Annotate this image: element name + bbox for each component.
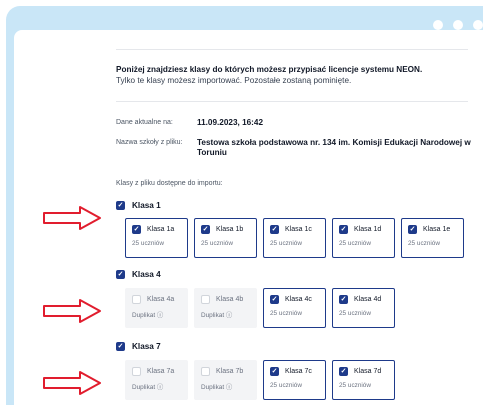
student-count: 25 uczniów [339, 240, 371, 247]
class-name: Klasa 4d [354, 296, 382, 303]
red-arrow-icon [43, 299, 101, 323]
class-checkbox[interactable]: ✓ [339, 367, 348, 376]
class-checkbox[interactable]: ✓ [201, 225, 210, 234]
group-checkbox[interactable]: ✓ [116, 270, 125, 279]
class-checkbox[interactable]: ✓ [339, 225, 348, 234]
class-card: ✓ Klasa 7a Duplikat ⓘ [125, 360, 188, 400]
class-card: ✓ Klasa 4a Duplikat ⓘ [125, 288, 188, 328]
divider [116, 49, 468, 50]
class-checkbox: ✓ [132, 367, 141, 376]
class-name: Klasa 7d [354, 368, 382, 375]
date-value: 11.09.2023, 16:42 [197, 118, 264, 127]
class-checkbox[interactable]: ✓ [132, 225, 141, 234]
class-name: Klasa 1c [285, 226, 312, 233]
school-value: Testowa szkoła podstawowa nr. 134 im. Ko… [197, 138, 471, 157]
date-label: Dane aktualne na: [116, 119, 173, 126]
class-checkbox: ✓ [201, 295, 210, 304]
class-name: Klasa 1b [216, 226, 244, 233]
class-name: Klasa 4a [147, 296, 175, 303]
class-checkbox: ✓ [201, 367, 210, 376]
class-checkbox[interactable]: ✓ [408, 225, 417, 234]
duplicate-label: Duplikat ⓘ [201, 312, 233, 319]
group-title: Klasa 7 [132, 342, 161, 351]
class-card[interactable]: ✓ Klasa 1b 25 uczniów [194, 218, 257, 258]
group-title: Klasa 4 [132, 270, 161, 279]
student-count: 25 uczniów [201, 240, 233, 247]
class-checkbox[interactable]: ✓ [270, 225, 279, 234]
class-card: ✓ Klasa 7b Duplikat ⓘ [194, 360, 257, 400]
class-card[interactable]: ✓ Klasa 7d 25 uczniów [332, 360, 395, 400]
class-name: Klasa 1d [354, 226, 382, 233]
window-dot-icon [453, 20, 463, 30]
student-count: 25 uczniów [270, 240, 302, 247]
class-card-row: ✓ Klasa 1a 25 uczniów ✓ Klasa 1b 25 uczniów ✓ K… [125, 218, 464, 258]
class-card[interactable]: ✓ Klasa 4d 25 uczniów [332, 288, 395, 328]
student-count: 25 uczniów [132, 240, 164, 247]
class-checkbox[interactable]: ✓ [339, 295, 348, 304]
window-dot-icon [433, 20, 443, 30]
class-name: Klasa 4b [216, 296, 244, 303]
duplicate-label: Duplikat ⓘ [132, 312, 164, 319]
class-card[interactable]: ✓ Klasa 1e 25 uczniów [401, 218, 464, 258]
window-dot-icon [473, 20, 483, 30]
class-checkbox[interactable]: ✓ [270, 367, 279, 376]
class-name: Klasa 7c [285, 368, 312, 375]
class-name: Klasa 1e [423, 226, 451, 233]
class-checkbox[interactable]: ✓ [270, 295, 279, 304]
student-count: 25 uczniów [270, 382, 302, 389]
group-header[interactable]: ✓ Klasa 7 [116, 342, 161, 351]
intro-text: Poniżej znajdziesz klasy do których może… [116, 65, 476, 86]
intro-line-2: Tylko te klasy możesz importować. Pozost… [116, 75, 352, 85]
student-count: 25 uczniów [339, 382, 371, 389]
red-arrow-icon [43, 206, 101, 230]
group-header[interactable]: ✓ Klasa 4 [116, 270, 161, 279]
class-card[interactable]: ✓ Klasa 1d 25 uczniów [332, 218, 395, 258]
class-card-row: ✓ Klasa 4a Duplikat ⓘ ✓ Klasa 4b Duplikat ⓘ ✓ K… [125, 288, 395, 328]
student-count: 25 uczniów [339, 310, 371, 317]
class-card: ✓ Klasa 4b Duplikat ⓘ [194, 288, 257, 328]
class-card[interactable]: ✓ Klasa 4c 25 uczniów [263, 288, 326, 328]
duplicate-label: Duplikat ⓘ [132, 384, 164, 391]
student-count: 25 uczniów [270, 310, 302, 317]
class-name: Klasa 7b [216, 368, 244, 375]
class-checkbox: ✓ [132, 295, 141, 304]
divider [116, 101, 468, 102]
group-header[interactable]: ✓ Klasa 1 [116, 201, 161, 210]
class-card[interactable]: ✓ Klasa 7c 25 uczniów [263, 360, 326, 400]
class-name: Klasa 7a [147, 368, 175, 375]
group-title: Klasa 1 [132, 201, 161, 210]
class-name: Klasa 1a [147, 226, 175, 233]
class-card[interactable]: ✓ Klasa 1c 25 uczniów [263, 218, 326, 258]
available-classes-label: Klasy z pliku dostępne do importu: [116, 180, 223, 187]
class-card[interactable]: ✓ Klasa 1a 25 uczniów [125, 218, 188, 258]
school-label: Nazwa szkoły z pliku: [116, 139, 183, 146]
red-arrow-icon [43, 371, 101, 395]
class-card-row: ✓ Klasa 7a Duplikat ⓘ ✓ Klasa 7b Duplikat ⓘ ✓ K… [125, 360, 395, 400]
group-checkbox[interactable]: ✓ [116, 342, 125, 351]
student-count: 25 uczniów [408, 240, 440, 247]
intro-line-1: Poniżej znajdziesz klasy do których może… [116, 65, 423, 74]
window-dots [433, 20, 483, 30]
group-checkbox[interactable]: ✓ [116, 201, 125, 210]
class-name: Klasa 4c [285, 296, 312, 303]
duplicate-label: Duplikat ⓘ [201, 384, 233, 391]
